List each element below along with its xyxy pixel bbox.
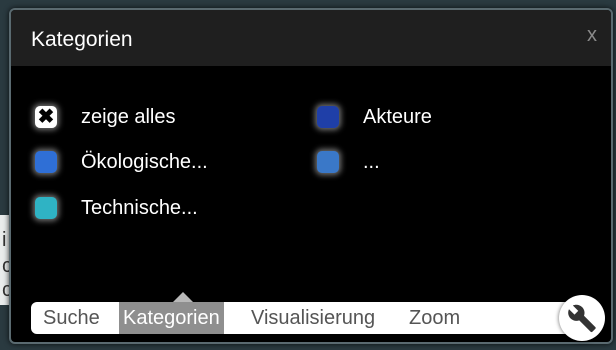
tab-suche[interactable]: Suche [39, 302, 104, 334]
category-item-show-all[interactable]: ✖ zeige alles [35, 102, 176, 132]
color-swatch-icon[interactable] [317, 151, 339, 173]
background-text: i [2, 229, 7, 251]
wrench-icon [568, 304, 596, 333]
category-item-oekologische[interactable]: Ökologische... [35, 147, 208, 177]
category-label: Technische... [81, 196, 198, 219]
active-tab-pointer [173, 292, 193, 302]
close-icon[interactable]: x [587, 24, 597, 47]
tab-visualisierung[interactable]: Visualisierung [247, 302, 379, 334]
tab-zoom[interactable]: Zoom [405, 302, 464, 334]
panel-header: Kategorien x [11, 10, 611, 66]
category-item-technische[interactable]: Technische... [35, 193, 198, 223]
category-item-more[interactable]: ... [317, 147, 380, 177]
category-label: zeige alles [81, 105, 176, 128]
categories-panel: Kategorien x ✖ zeige alles Ökologische..… [9, 8, 613, 344]
color-swatch-icon[interactable] [35, 151, 57, 173]
tools-button[interactable] [559, 295, 605, 341]
tab-bar: Suche Kategorien Visualisierung Zoom [31, 302, 583, 334]
tab-kategorien[interactable]: Kategorien [119, 302, 224, 334]
color-swatch-icon[interactable] [317, 106, 339, 128]
category-label: Ökologische... [81, 150, 208, 173]
checkbox-checked-icon[interactable]: ✖ [35, 106, 57, 128]
panel-title: Kategorien [31, 28, 133, 51]
category-label: Akteure [363, 105, 432, 128]
category-label: ... [363, 150, 380, 173]
category-item-akteure[interactable]: Akteure [317, 102, 432, 132]
color-swatch-icon[interactable] [35, 197, 57, 219]
